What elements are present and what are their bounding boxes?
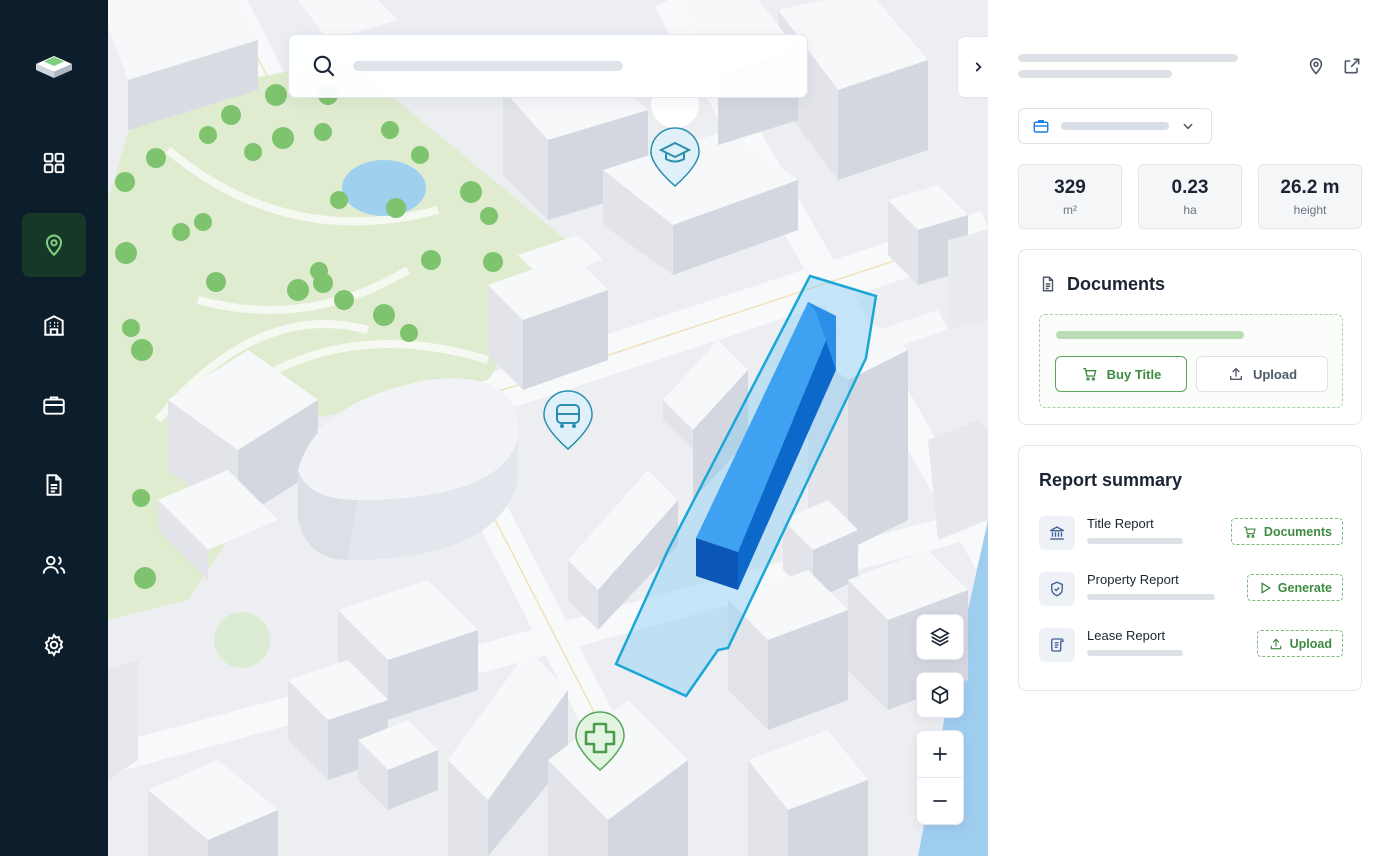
upload-lease-button[interactable]: Upload (1256, 630, 1343, 657)
stat-value: 329 (1054, 177, 1086, 198)
gear-icon (44, 633, 64, 657)
chevron-right-icon (975, 62, 982, 72)
address-placeholder (1018, 54, 1238, 62)
documents-dropzone[interactable]: Buy Title Upload (1039, 314, 1343, 408)
briefcase-icon (1033, 120, 1049, 133)
address-sub-placeholder (1018, 70, 1172, 78)
documents-button[interactable]: Documents (1230, 518, 1343, 545)
stat-value: 0.23 (1171, 177, 1209, 198)
report-row-property: Property Report Generate (1039, 570, 1343, 610)
dropzone-placeholder (1056, 331, 1244, 339)
layers-icon (930, 627, 950, 647)
sidebar (0, 0, 108, 856)
cart-icon (1082, 368, 1097, 381)
briefcase-icon (43, 396, 65, 415)
map-scene (108, 0, 988, 856)
building-icon (44, 315, 64, 336)
buy-title-label: Buy Title (1106, 366, 1162, 382)
collapse-panel-button[interactable] (957, 36, 988, 98)
cube-icon (931, 685, 949, 705)
report-name: Lease Report (1087, 628, 1166, 643)
external-link-icon[interactable] (1342, 56, 1362, 76)
cart-icon (1244, 526, 1256, 538)
users-icon (42, 555, 66, 574)
report-name: Title Report (1087, 516, 1154, 531)
report-sub-placeholder (1087, 538, 1183, 544)
generate-button[interactable]: Generate (1246, 574, 1343, 601)
zoom-in-icon (933, 747, 947, 761)
report-row-lease: Lease Report Upload (1039, 626, 1343, 666)
upload-label: Upload (1252, 366, 1298, 382)
report-action-label: Upload (1289, 636, 1332, 651)
sidebar-item-buildings[interactable] (22, 293, 86, 357)
shield-icon (1039, 572, 1075, 606)
stat-area-ha: 0.23 ha (1138, 164, 1242, 229)
buy-title-button[interactable]: Buy Title (1055, 356, 1187, 392)
sidebar-item-documents[interactable] (22, 453, 86, 517)
zoom-out-icon (933, 800, 947, 802)
sidebar-item-users[interactable] (22, 533, 86, 597)
chevron-down-icon (1183, 123, 1193, 130)
report-action-label: Generate (1277, 580, 1332, 595)
stat-value: 26.2 m (1280, 177, 1340, 198)
sidebar-item-settings[interactable] (22, 613, 86, 677)
stat-unit: ha (1183, 203, 1197, 217)
portfolio-selector[interactable] (1018, 108, 1212, 144)
3d-view-button[interactable] (916, 672, 964, 718)
report-summary-card: Report summary Title Report Documents Pr… (1018, 445, 1362, 691)
upload-icon (1229, 367, 1242, 380)
zoom-out-button[interactable] (916, 778, 964, 824)
stat-unit: m² (1063, 203, 1077, 217)
bank-icon (1039, 516, 1075, 550)
sidebar-item-dashboard[interactable] (22, 131, 86, 195)
report-sub-placeholder (1087, 650, 1183, 656)
location-pin-icon (45, 234, 63, 257)
property-panel: 329 m² 0.23 ha 26.2 m height Documents B… (988, 0, 1392, 856)
document-icon (46, 474, 62, 496)
stat-unit: height (1293, 203, 1327, 217)
sidebar-item-map[interactable] (22, 213, 86, 277)
selector-placeholder (1061, 122, 1169, 130)
sidebar-item-portfolio[interactable] (22, 373, 86, 437)
document-icon (1042, 276, 1054, 292)
search-bar[interactable] (288, 34, 808, 98)
documents-card: Documents Buy Title Upload (1018, 249, 1362, 425)
stack-logo[interactable] (32, 52, 76, 86)
documents-title: Documents (1067, 274, 1166, 294)
stat-area-m2: 329 m² (1018, 164, 1122, 229)
report-row-title: Title Report Documents (1039, 514, 1343, 554)
search-placeholder-bar (353, 61, 623, 71)
report-name: Property Report (1087, 572, 1179, 587)
map-canvas[interactable] (108, 0, 988, 856)
report-action-label: Documents (1263, 524, 1332, 539)
zoom-in-button[interactable] (916, 731, 964, 777)
layers-button[interactable] (916, 614, 964, 660)
search-icon (313, 55, 335, 77)
upload-button[interactable]: Upload (1196, 356, 1328, 392)
zoom-controls (916, 730, 964, 825)
report-summary-title: Report summary (1039, 470, 1183, 490)
grid-icon (43, 152, 65, 174)
upload-icon (1270, 638, 1281, 649)
stat-height: 26.2 m height (1258, 164, 1362, 229)
location-pin-icon[interactable] (1306, 56, 1326, 76)
report-sub-placeholder (1087, 594, 1215, 600)
play-icon (1261, 581, 1271, 594)
scroll-icon (1039, 628, 1075, 662)
